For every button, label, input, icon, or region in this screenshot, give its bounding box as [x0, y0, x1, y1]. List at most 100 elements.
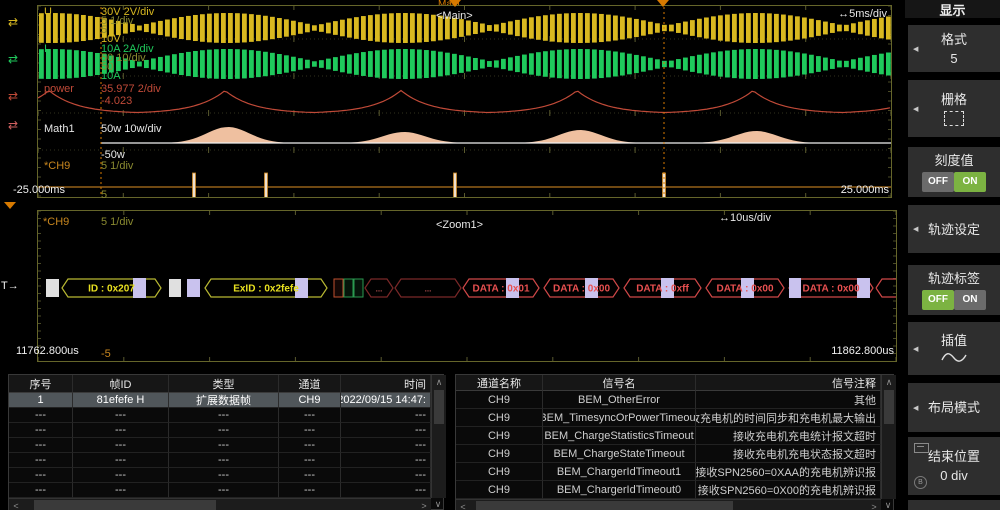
frame-table-hscrollbar[interactable]: <>: [9, 498, 431, 510]
scroll-right-icon[interactable]: >: [418, 499, 430, 510]
zoom-panel-marker[interactable]: [4, 202, 16, 209]
signal-table-hthumb[interactable]: [476, 501, 733, 510]
signal-table-row[interactable]: CH9BEM_TimesyncOrPowerTimeout接收充电机的时间同步和…: [456, 409, 881, 427]
frame-table-cell: ---: [9, 468, 73, 483]
sidebar-button-interpolation[interactable]: ◀插值: [908, 322, 1000, 375]
sidebar-button-label: 栅格: [941, 92, 967, 107]
frame-table-row[interactable]: ---------------: [9, 468, 431, 483]
scroll-up-icon[interactable]: ∧: [432, 376, 446, 388]
frame-table-vthumb[interactable]: [434, 390, 444, 424]
main-channel-name-u: U: [44, 7, 52, 18]
frame-table-cell: ---: [279, 408, 341, 423]
trace-label-toggle-off[interactable]: OFF: [922, 290, 954, 310]
zoom-position-marker[interactable]: [657, 0, 669, 7]
sidebar-button-trace-label[interactable]: 轨迹标签 OFFON: [908, 265, 1000, 315]
signal-table-row[interactable]: CH9BEM_OtherError其他: [456, 391, 881, 409]
scale-value-toggle[interactable]: OFFON: [922, 172, 986, 192]
frame-table-row[interactable]: ---------------: [9, 453, 431, 468]
frame-table: 序号帧ID类型通道时间181efefe H扩展数据帧CH92022/09/15 …: [8, 374, 444, 510]
frame-table-cell: ---: [73, 468, 169, 483]
scroll-left-icon[interactable]: <: [10, 499, 22, 510]
frame-table-cell: ---: [279, 468, 341, 483]
trigger-position-marker[interactable]: [449, 0, 461, 7]
sidebar-button-label: 布局模式: [928, 400, 980, 415]
scroll-right-icon[interactable]: >: [868, 500, 880, 510]
main-channel-name-ch9: *CH9: [44, 161, 70, 172]
frame-table-cell: ---: [169, 438, 279, 453]
scroll-up-icon[interactable]: ∧: [882, 376, 896, 388]
signal-table-header: 通道名称信号名信号注释: [456, 375, 881, 391]
frame-table-cell: ---: [341, 408, 431, 423]
frame-table-row[interactable]: ---------------: [9, 438, 431, 453]
frame-table-header-cell: 帧ID: [73, 375, 169, 393]
signal-table-header-cell: 通道名称: [456, 375, 543, 391]
sidebar-button-partial[interactable]: [908, 500, 1000, 510]
signal-table-cell: CH9: [456, 409, 543, 427]
sidebar-button-trace-setup[interactable]: ◀ 轨迹设定: [908, 205, 1000, 253]
scroll-down-icon[interactable]: ∨: [431, 498, 445, 510]
decode-segment-label: ExID : 0x2fefe: [233, 284, 299, 295]
frame-table-row[interactable]: ---------------: [9, 483, 431, 498]
frame-table-cell: CH9: [279, 393, 341, 408]
trace-label-toggle-on[interactable]: ON: [954, 290, 986, 310]
scroll-left-icon[interactable]: <: [457, 500, 469, 510]
sidebar-button-label: 轨迹设定: [928, 222, 980, 237]
sidebar-button-grid[interactable]: ◀栅格: [908, 80, 1000, 137]
sidebar-button-label: 轨迹标签: [928, 271, 980, 286]
chevron-left-icon: ◀: [913, 345, 918, 353]
signal-table-row[interactable]: CH9BEM_ChargeStatisticsTimeout接收充电机充电统计报…: [456, 427, 881, 445]
signal-table-hscrollbar[interactable]: <>: [456, 499, 881, 510]
frame-table-hthumb[interactable]: [34, 500, 216, 510]
signal-table-cell: 其他: [696, 391, 881, 409]
trigger-point-label: T→: [1, 281, 19, 292]
signal-table-cell: 接收SPN2560=0XAA的充电机辨识报: [696, 463, 881, 481]
sidebar-button-format[interactable]: ◀格式5: [908, 25, 1000, 72]
main-channel-line4-i: 10A: [101, 71, 121, 82]
sidebar-button-end-position[interactable]: 结束位置0 divB: [908, 437, 1000, 495]
signal-table-row[interactable]: CH9BEM_ChargeStateTimeout接收充电机充电状态报文超时: [456, 445, 881, 463]
frame-table-row[interactable]: ---------------: [9, 408, 431, 423]
signal-table-row[interactable]: CH9BEM_ChargerIdTimeout0接收SPN2560=0X00的充…: [456, 481, 881, 499]
signal-table-body: 通道名称信号名信号注释CH9BEM_OtherError其他CH9BEM_Tim…: [455, 374, 894, 510]
sidebar-button-layout-mode[interactable]: ◀布局模式: [908, 383, 1000, 432]
zoom-bottom-scale-label: -5: [101, 349, 111, 360]
chevron-left-icon: ◀: [913, 45, 918, 53]
sidebar-button-scale-value[interactable]: 刻度值OFFON: [908, 147, 1000, 197]
dashed-square-icon: [944, 111, 964, 126]
decode-segment-label: DATA : 0xff: [636, 284, 689, 295]
frame-table-cell: ---: [169, 453, 279, 468]
channel-position-marker-math1[interactable]: ⇄: [8, 119, 18, 131]
signal-table-vthumb[interactable]: [884, 390, 894, 424]
chevron-left-icon: ◀: [913, 225, 918, 233]
signal-table-cell: 接收SPN2560=0X00的充电机辨识报: [696, 481, 881, 499]
frame-table-cell: ---: [73, 483, 169, 498]
signal-table-cell: BEM_ChargeStatisticsTimeout: [543, 427, 696, 445]
frame-table-cell: ---: [169, 423, 279, 438]
trace-label-toggle[interactable]: OFFON: [922, 290, 986, 310]
channel-position-marker-power[interactable]: ⇄: [8, 90, 18, 102]
scale-value-toggle-off[interactable]: OFF: [922, 172, 954, 192]
main-channel-line2-ch9: 5: [101, 190, 107, 201]
frame-table-cell: ---: [341, 438, 431, 453]
signal-table-cell: BEM_OtherError: [543, 391, 696, 409]
signal-table-header-cell: 信号名: [543, 375, 696, 391]
scale-value-toggle-on[interactable]: ON: [954, 172, 986, 192]
frame-table-row[interactable]: 181efefe H扩展数据帧CH92022/09/15 14:47:: [9, 393, 431, 408]
channel-position-marker-i[interactable]: ⇄: [8, 53, 18, 65]
channel-position-marker-u[interactable]: ⇄: [8, 16, 18, 28]
b-circle-icon: B: [914, 476, 927, 489]
sine-icon: [941, 352, 967, 364]
signal-table-cell: CH9: [456, 463, 543, 481]
signal-table-row[interactable]: CH9BEM_ChargerIdTimeout1接收SPN2560=0XAA的充…: [456, 463, 881, 481]
frame-table-vscrollbar[interactable]: ∧: [431, 375, 446, 498]
frame-table-cell: ---: [73, 438, 169, 453]
scroll-down-icon[interactable]: ∨: [881, 499, 895, 510]
zoom-scale-label: 5 1/div: [101, 217, 133, 228]
frame-table-cell: ---: [279, 423, 341, 438]
zoom-time-right-label: 11862.800us: [831, 346, 894, 357]
main-channel-line1-ch9: 5 1/div: [101, 161, 133, 172]
signal-table-vscrollbar[interactable]: ∧: [881, 375, 896, 499]
frame-table-row[interactable]: ---------------: [9, 423, 431, 438]
main-waveform-panel: <Main> ↔5ms/div -25.000ms 25.000ms U30V …: [37, 5, 892, 198]
frame-table-cell: 扩展数据帧: [169, 393, 279, 408]
